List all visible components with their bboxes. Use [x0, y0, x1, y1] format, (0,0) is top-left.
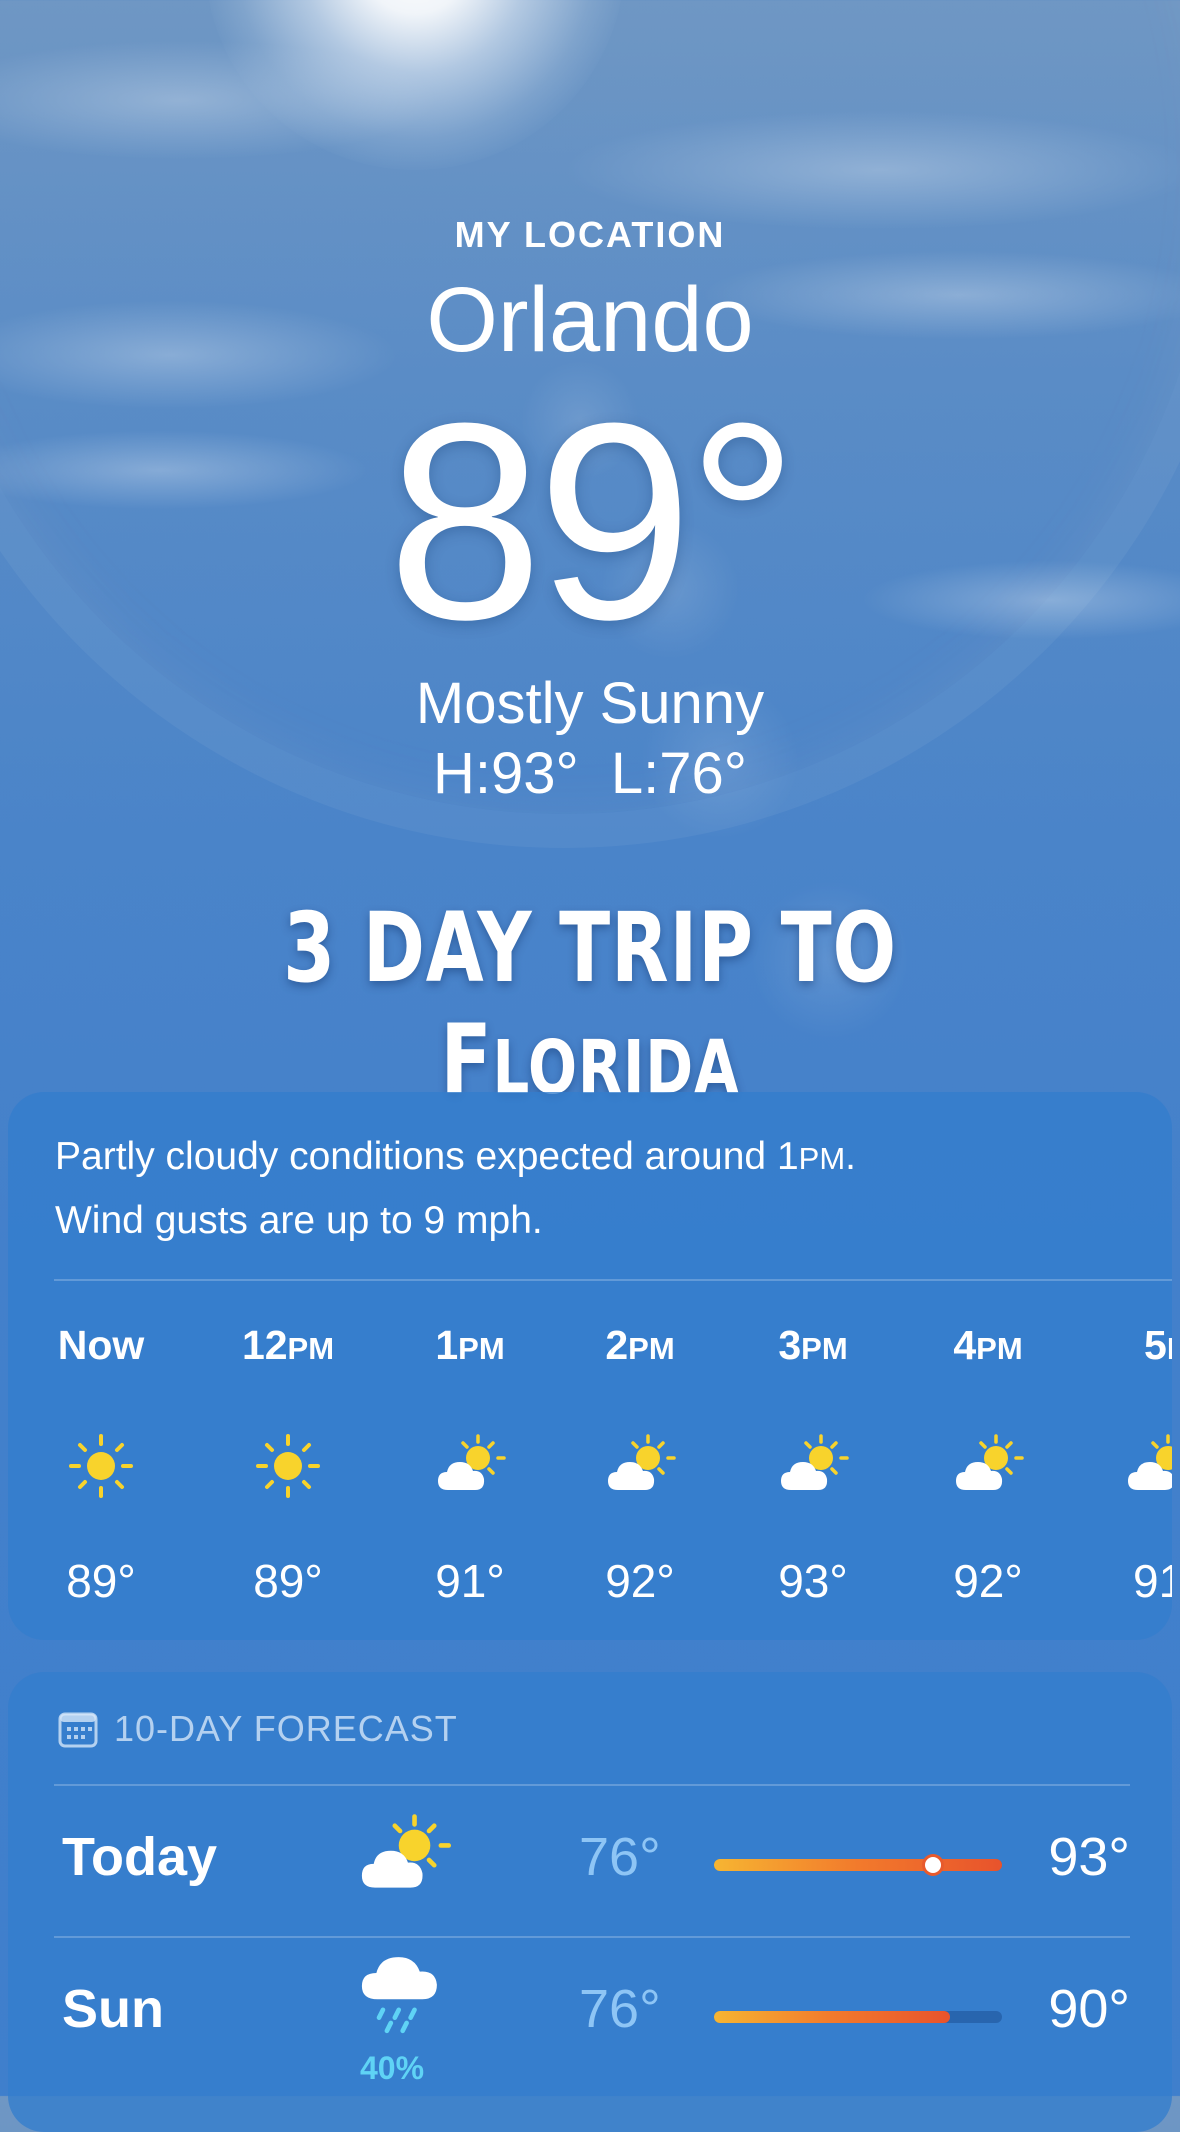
- forecast-day: Today: [62, 1827, 218, 1887]
- forecast-day: Sun: [62, 1979, 164, 2039]
- sun-glare: [205, 0, 625, 170]
- temperature-range-bar: [714, 1857, 1002, 1873]
- rain-icon: [361, 1957, 437, 2034]
- calendar-icon: [58, 1712, 98, 1748]
- location-label: MY LOCATION: [454, 214, 726, 255]
- card-divider: [54, 1279, 1172, 1281]
- forecast-high: 93°: [1048, 1827, 1130, 1887]
- temperature-range-fill: [714, 1859, 1002, 1871]
- partly-cloudy-icon: [956, 1434, 1024, 1490]
- sun-icon: [69, 1434, 133, 1498]
- forecast-low: 76°: [579, 1979, 661, 2039]
- current-temperature: 89°: [387, 366, 798, 678]
- forecast-row-sun[interactable]: Sun 40% 76° 90°: [54, 1938, 1130, 2088]
- temperature-range-bar: [714, 2011, 1002, 2023]
- forecast-title: 10-DAY FORECAST: [114, 1708, 458, 1749]
- precipitation-chance: 40%: [360, 2050, 425, 2086]
- sun-icon: [256, 1434, 320, 1498]
- hourly-forecast-card[interactable]: Partly cloudy conditions expected around…: [8, 1092, 1172, 1640]
- partly-cloudy-icon: [361, 1814, 452, 1888]
- condition-text: Mostly Sunny: [415, 671, 765, 736]
- forecast-row-today[interactable]: Today 76° 93°: [54, 1786, 1130, 1936]
- trip-title-overlay: 3 DAY TRIP TO FLORIDA: [130, 892, 1050, 1116]
- city-name: Orlando: [426, 269, 754, 371]
- partly-cloudy-icon: [1128, 1434, 1172, 1490]
- partly-cloudy-icon: [781, 1434, 849, 1490]
- forecast-header: 10-DAY FORECAST: [58, 1708, 458, 1750]
- temperature-range-fill: [714, 2011, 951, 2023]
- partly-cloudy-icon: [438, 1434, 506, 1490]
- forecast-high: 90°: [1048, 1979, 1130, 2039]
- partly-cloudy-icon: [608, 1434, 676, 1490]
- current-temp-marker: [924, 1857, 941, 1873]
- high-low-text: H:93° L:76°: [432, 741, 747, 806]
- ten-day-forecast-card[interactable]: 10-DAY FORECAST Today 76° 93° Sun 40% 76…: [8, 1672, 1172, 2132]
- forecast-low: 76°: [579, 1827, 661, 1887]
- weather-summary: Partly cloudy conditions expected around…: [55, 1135, 856, 1242]
